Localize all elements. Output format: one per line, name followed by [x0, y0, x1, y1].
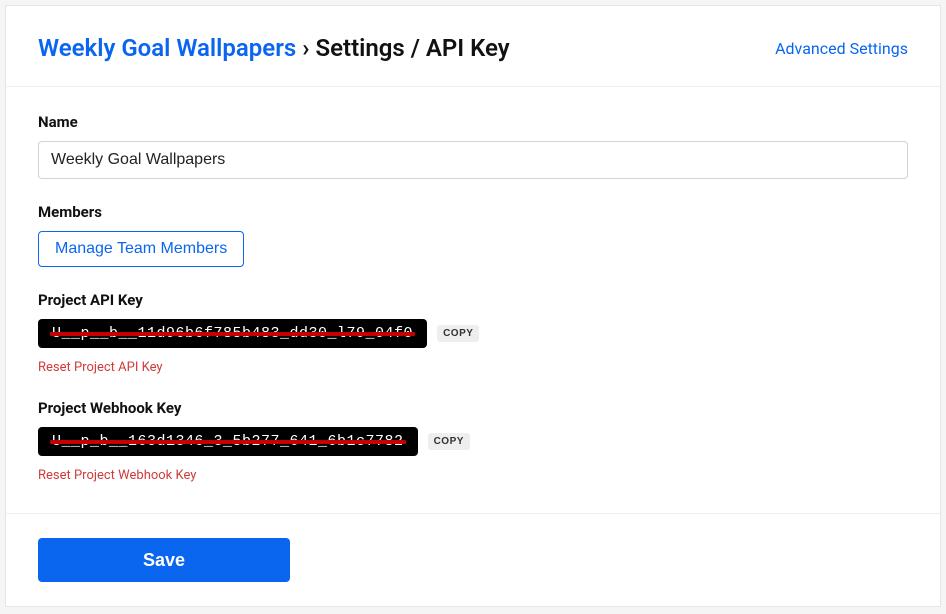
reset-api-key-link[interactable]: Reset Project API Key: [38, 360, 163, 375]
members-section: Members Manage Team Members: [38, 203, 908, 267]
panel-body: Name Members Manage Team Members Project…: [6, 87, 940, 513]
name-label: Name: [38, 113, 908, 131]
name-input[interactable]: [38, 141, 908, 179]
breadcrumb: Weekly Goal Wallpapers › Settings / API …: [38, 34, 510, 62]
webhook-key-row: U__p_b__163d1346_3_5b277_641_6b1c7782 CO…: [38, 427, 908, 456]
save-button[interactable]: Save: [38, 538, 290, 582]
webhook-key-label: Project Webhook Key: [38, 399, 908, 417]
settings-panel: Weekly Goal Wallpapers › Settings / API …: [5, 5, 941, 607]
api-key-section: Project API Key U__p__b__11d96b6f785b483…: [38, 291, 908, 375]
breadcrumb-separator: ›: [302, 34, 309, 62]
copy-api-key-button[interactable]: COPY: [437, 325, 479, 342]
reset-webhook-key-link[interactable]: Reset Project Webhook Key: [38, 468, 196, 483]
panel-header: Weekly Goal Wallpapers › Settings / API …: [6, 6, 940, 87]
manage-team-members-button[interactable]: Manage Team Members: [38, 231, 244, 267]
members-label: Members: [38, 203, 908, 221]
api-key-value: U__p__b__11d96b6f785b483_dd30_l79_04f0: [38, 319, 427, 348]
name-section: Name: [38, 113, 908, 179]
webhook-key-value: U__p_b__163d1346_3_5b277_641_6b1c7782: [38, 427, 418, 456]
page-title: Settings / API Key: [315, 34, 509, 62]
webhook-key-section: Project Webhook Key U__p_b__163d1346_3_5…: [38, 399, 908, 483]
copy-webhook-key-button[interactable]: COPY: [428, 433, 470, 450]
panel-footer: Save: [6, 513, 940, 606]
advanced-settings-link[interactable]: Advanced Settings: [775, 39, 908, 58]
breadcrumb-project-link[interactable]: Weekly Goal Wallpapers: [38, 34, 296, 62]
api-key-label: Project API Key: [38, 291, 908, 309]
api-key-row: U__p__b__11d96b6f785b483_dd30_l79_04f0 C…: [38, 319, 908, 348]
